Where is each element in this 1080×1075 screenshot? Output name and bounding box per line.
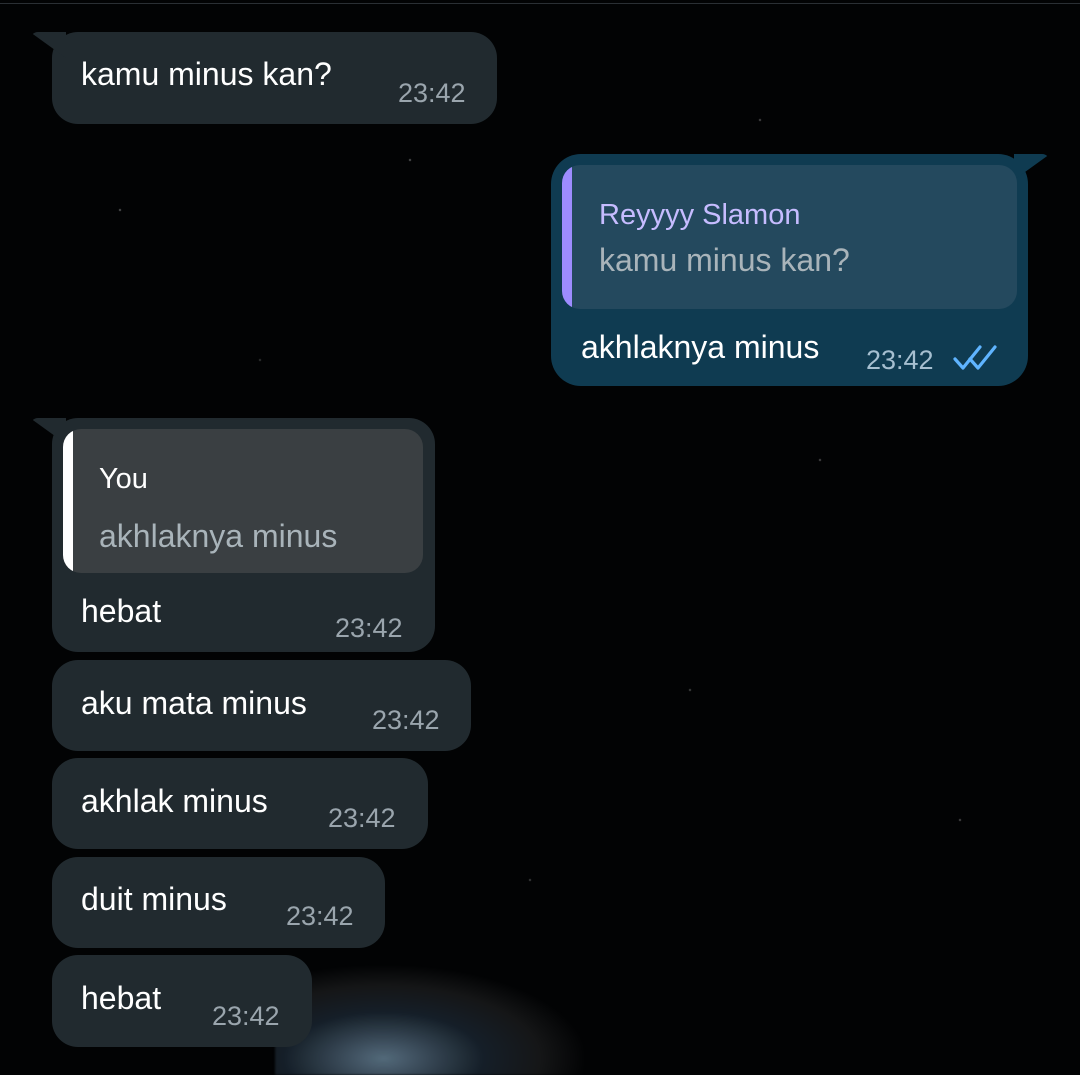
incoming-message-bubble[interactable]: hebat 23:42: [52, 955, 312, 1047]
reply-message-text: akhlaknya minus: [99, 518, 338, 554]
message-time: 23:42: [335, 613, 403, 643]
double-check-icon: [953, 345, 997, 370]
message-time: 23:42: [398, 78, 466, 108]
message-time: 23:42: [372, 705, 440, 735]
message-time: 23:42: [212, 1001, 280, 1031]
message-text: akhlaknya minus: [581, 329, 820, 365]
top-divider: [0, 3, 1080, 4]
incoming-reply-message-bubble[interactable]: You akhlaknya minus hebat 23:42: [52, 418, 435, 652]
reply-sender-name: Reyyyy Slamon: [599, 199, 801, 231]
message-text: akhlak minus: [81, 783, 268, 819]
incoming-message-bubble[interactable]: akhlak minus 23:42: [52, 758, 428, 849]
message-time: 23:42: [286, 901, 354, 931]
message-text: aku mata minus: [81, 685, 307, 721]
reply-preview[interactable]: Reyyyy Slamon kamu minus kan?: [562, 165, 1017, 309]
incoming-message-bubble[interactable]: aku mata minus 23:42: [52, 660, 471, 751]
incoming-message-bubble[interactable]: duit minus 23:42: [52, 857, 385, 948]
message-text: hebat: [81, 980, 162, 1016]
outgoing-reply-message-bubble[interactable]: Reyyyy Slamon kamu minus kan? akhlaknya …: [551, 154, 1028, 386]
message-text: hebat: [81, 593, 162, 629]
reply-message-text: kamu minus kan?: [599, 242, 850, 278]
message-time: 23:42: [866, 345, 934, 375]
reply-accent-bar: [562, 165, 572, 309]
message-text: duit minus: [81, 881, 227, 917]
incoming-message-bubble[interactable]: kamu minus kan? 23:42: [52, 32, 497, 124]
message-text: kamu minus kan?: [81, 56, 332, 92]
message-time: 23:42: [328, 803, 396, 833]
reply-sender-name: You: [99, 463, 148, 495]
reply-accent-bar: [63, 429, 73, 573]
reply-preview[interactable]: You akhlaknya minus: [63, 429, 423, 573]
